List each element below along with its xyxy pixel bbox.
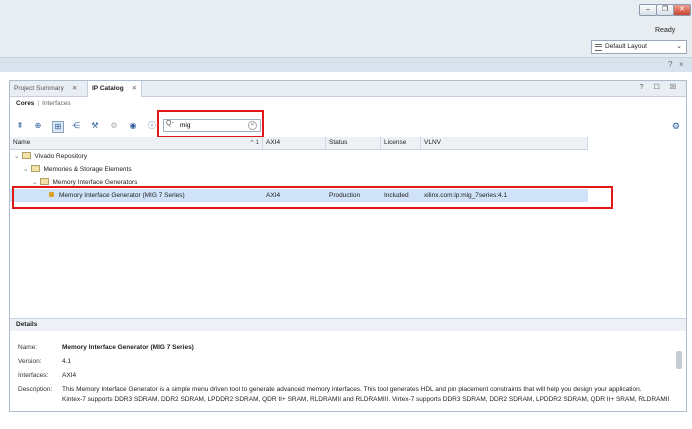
tree-row[interactable]: ⌄ Memories & Storage Elements bbox=[10, 163, 601, 176]
detail-label: Name: bbox=[18, 344, 38, 351]
detail-name-value: Memory Interface Generator (MIG 7 Series… bbox=[62, 344, 194, 351]
detail-label: Version: bbox=[18, 358, 42, 365]
detail-version-value: 4.1 bbox=[62, 358, 72, 365]
minimize-button[interactable]: – bbox=[639, 4, 657, 16]
detail-description-line: This Memory Interface Generator is a sim… bbox=[62, 386, 642, 393]
layout-icon bbox=[595, 44, 602, 51]
tree-row[interactable]: ⌄ Vivado Repository bbox=[10, 150, 592, 163]
row-highlight bbox=[12, 186, 613, 209]
hierarchy-icon[interactable]: ⋲ bbox=[71, 121, 81, 131]
tab-ip-catalog[interactable]: IP Catalog ✕ bbox=[87, 81, 143, 97]
tab-label: IP Catalog bbox=[92, 85, 124, 92]
sort-indicator: ^ 1 bbox=[250, 139, 259, 146]
chevron-down-icon: ⌄ bbox=[676, 43, 682, 50]
close-icon[interactable]: × bbox=[679, 60, 684, 69]
settings-disabled-icon: ⚙ bbox=[110, 121, 118, 130]
chevron-down-icon[interactable]: ⌄ bbox=[32, 179, 37, 186]
help-strip: ? × bbox=[0, 58, 692, 72]
close-window-button[interactable]: ✕ bbox=[673, 4, 691, 16]
subtab-interfaces[interactable]: Interfaces bbox=[42, 100, 71, 107]
expand-all-icon[interactable]: ⊕ bbox=[33, 121, 43, 131]
detail-label: Interfaces: bbox=[18, 372, 49, 379]
close-tab-icon[interactable]: ✕ bbox=[132, 85, 137, 92]
detail-label: Description: bbox=[18, 386, 53, 393]
details-scrollbar[interactable] bbox=[676, 343, 682, 409]
gear-icon[interactable]: ⚙ bbox=[672, 121, 680, 132]
tab-label: Project Summary bbox=[14, 85, 64, 92]
folder-icon bbox=[31, 165, 41, 172]
ip-catalog-panel: Project Summary ✕ IP Catalog ✕ ? ☐ ☒ Cores… bbox=[9, 80, 687, 412]
chevron-down-icon[interactable]: ⌄ bbox=[14, 153, 19, 160]
info-icon[interactable]: ⓘ bbox=[147, 121, 157, 131]
layout-select[interactable]: Default Layout ⌄ bbox=[591, 40, 687, 54]
layout-select-value: Default Layout bbox=[605, 43, 647, 50]
col-axi4[interactable]: AXI4 bbox=[263, 137, 326, 149]
title-bar: – ❐ ✕ Ready Default Layout ⌄ bbox=[0, 0, 692, 58]
toolbar: ⇞ ⊕ ⊞ ⋲ ⚒ ⚙ ◉ ⓘ bbox=[10, 116, 686, 136]
col-status[interactable]: Status bbox=[326, 137, 381, 149]
folder-icon bbox=[22, 152, 32, 159]
restore-button[interactable]: ❐ bbox=[656, 4, 674, 16]
panel-window-icons[interactable]: ? ☐ ☒ bbox=[640, 83, 680, 91]
table-header: Name ^ 1 AXI4 Status License VLNV bbox=[10, 137, 588, 150]
collapse-all-icon[interactable]: ⇞ bbox=[15, 121, 25, 131]
col-vlnv[interactable]: VLNV bbox=[421, 137, 588, 149]
subtab-cores[interactable]: Cores bbox=[16, 100, 34, 107]
filter-icon[interactable]: ⊞ bbox=[52, 121, 64, 133]
subtabs: Cores | Interfaces bbox=[16, 100, 71, 107]
col-license[interactable]: License bbox=[381, 137, 421, 149]
details-title: Details bbox=[10, 319, 686, 331]
tab-bar: Project Summary ✕ IP Catalog ✕ ? ☐ ☒ bbox=[10, 81, 686, 97]
repository-icon[interactable]: ◉ bbox=[128, 121, 138, 131]
wrench-icon[interactable]: ⚒ bbox=[90, 121, 100, 131]
tab-project-summary[interactable]: Project Summary ✕ bbox=[14, 81, 77, 96]
status-text: Ready bbox=[655, 27, 676, 34]
detail-interfaces-value: AXI4 bbox=[62, 372, 77, 379]
detail-description-line: Kintex-7 supports DDR3 SDRAM, DDR2 SDRAM… bbox=[62, 396, 670, 403]
scrollbar-thumb[interactable] bbox=[676, 351, 682, 369]
help-icon[interactable]: ? bbox=[668, 60, 672, 69]
folder-icon bbox=[40, 178, 50, 185]
close-tab-icon[interactable]: ✕ bbox=[72, 85, 77, 92]
search-highlight bbox=[157, 110, 264, 138]
details-pane: Details Name: Memory Interface Generator… bbox=[10, 318, 686, 412]
col-name[interactable]: Name ^ 1 bbox=[10, 137, 263, 149]
chevron-down-icon[interactable]: ⌄ bbox=[23, 166, 28, 173]
